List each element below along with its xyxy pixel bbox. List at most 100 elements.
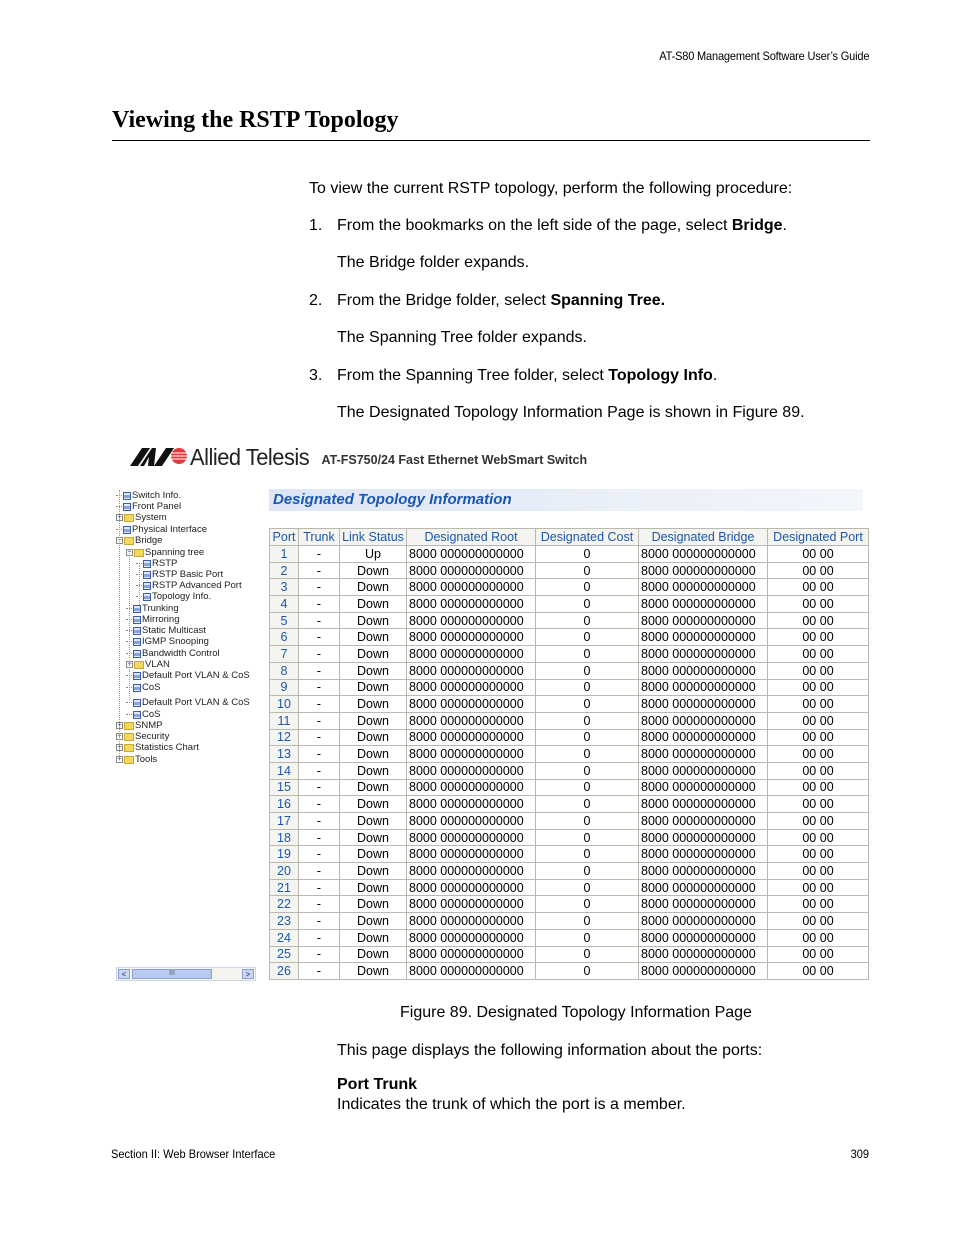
port-number-cell[interactable]: 6 [269,628,299,647]
designated-bridge-cell: 8000 000000000000 [638,695,768,713]
trunk-cell: - [298,645,340,663]
tree-item[interactable]: Bandwidth Control [126,648,220,659]
designated-port-cell: 00 00 [767,895,869,914]
tree-item[interactable]: Trunking [126,603,179,614]
tree-item[interactable]: IGMP Snooping [126,636,209,647]
tree-item[interactable]: − Spanning tree [126,547,204,558]
designated-port-cell: 00 00 [767,761,869,780]
tree-item[interactable]: Front Panel [116,501,181,512]
link-status-cell: Down [339,761,407,780]
tree-item[interactable]: CoS [126,682,160,693]
page-icon [143,570,151,579]
port-number-cell[interactable]: 11 [269,711,299,730]
designated-root-cell: 8000 000000000000 [406,695,536,713]
tree-item-label: VLAN [145,659,170,670]
after-intro: This page displays the following informa… [337,1042,763,1059]
tree-item[interactable]: RSTP Basic Port [136,569,223,580]
tree-item[interactable]: + System [116,512,167,523]
port-number-cell[interactable]: 7 [269,645,299,663]
scroll-right-button[interactable]: > [242,969,254,979]
designated-port-cell: 00 00 [767,745,869,763]
tree-item[interactable]: + Statistics Chart [116,742,199,753]
port-number-cell[interactable]: 21 [269,878,299,897]
page-title: Viewing the RSTP Topology [112,107,399,133]
scroll-left-button[interactable]: < [118,969,130,979]
tree-item-label: RSTP Basic Port [152,569,224,580]
port-number-cell[interactable]: 14 [269,761,299,780]
tree-item[interactable]: Topology Info. [136,591,211,602]
tree-horizontal-scrollbar[interactable]: < III > [116,967,256,981]
port-number-cell[interactable]: 12 [269,728,299,747]
table-row: 18- Down 8000 000000000000 0 8000 0000000000… [269,828,869,847]
tree-item[interactable]: + Tools [116,754,157,765]
tree-item-label: SNMP [135,720,163,731]
designated-root-cell: 8000 000000000000 [406,912,536,930]
tree-item-label: RSTP [152,558,178,569]
port-number-cell[interactable]: 4 [269,595,299,613]
footer-section: Section II: Web Browser Interface [111,1147,276,1161]
page-icon [133,671,141,680]
port-number-cell[interactable]: 20 [269,862,299,880]
tree-item[interactable]: Mirroring [126,614,179,625]
port-number-cell[interactable]: 16 [269,795,299,813]
designated-bridge-cell: 8000 000000000000 [638,962,768,980]
designated-cost-cell: 0 [535,561,639,580]
table-header-row: Port Trunk Link Status Designated Root Desig… [269,528,869,546]
port-number-cell[interactable]: 19 [269,845,299,864]
column-header: Trunk [298,528,340,546]
tree-item[interactable]: + VLAN [126,659,170,670]
tree-item[interactable]: Switch Info. [116,490,181,501]
tree-item[interactable]: Static Multicast [126,625,206,636]
table-row: 25- Down 8000 000000000000 0 8000 0000000000… [269,945,869,964]
tree-item[interactable]: + SNMP [116,720,162,731]
link-status-cell: Down [339,728,407,747]
scroll-thumb[interactable]: III [132,969,212,979]
port-number-cell[interactable]: 26 [269,962,299,980]
port-number-cell[interactable]: 10 [269,695,299,713]
port-number-cell[interactable]: 13 [269,745,299,763]
tree-item[interactable]: Default Port VLAN & CoS [126,697,250,708]
step-2: 2. From the Bridge folder, select Spannin… [309,292,665,310]
step-1-result: The Bridge folder expands. [337,254,530,271]
designated-cost-cell: 0 [535,828,639,847]
designated-cost-cell: 0 [535,728,639,747]
designated-port-cell: 00 00 [767,812,869,830]
port-number-cell[interactable]: 9 [269,678,299,697]
tree-item[interactable]: Physical Interface [116,524,207,535]
port-number-cell[interactable]: 8 [269,661,299,680]
designated-port-cell: 00 00 [767,561,869,580]
tree-item[interactable]: − Bridge [116,535,162,546]
panel-title: Designated Topology Information [269,489,863,511]
designated-port-cell: 00 00 [767,628,869,647]
tree-item[interactable]: RSTP [136,558,177,569]
port-number-cell[interactable]: 2 [269,561,299,580]
step-bold: Bridge [731,217,783,234]
trunk-cell: - [298,695,340,713]
trunk-cell: - [298,945,340,964]
port-number-cell[interactable]: 25 [269,945,299,964]
designated-cost-cell: 0 [535,945,639,964]
port-number-cell[interactable]: 1 [269,545,299,563]
tree-item[interactable]: CoS [126,709,160,720]
table-row: 6- Down 8000 000000000000 0 8000 00000000000… [269,628,869,647]
tree-item-label: Bridge [135,535,163,546]
tree-item-label: Front Panel [132,501,182,512]
tree-item[interactable]: RSTP Advanced Port [136,580,242,591]
tree-item[interactable]: Default Port VLAN & CoS [126,670,250,681]
port-number-cell[interactable]: 5 [269,611,299,630]
page-icon [143,559,151,568]
designated-bridge-cell: 8000 000000000000 [638,745,768,763]
trunk-cell: - [298,678,340,697]
port-number-cell[interactable]: 23 [269,912,299,930]
port-number-cell[interactable]: 15 [269,778,299,797]
port-number-cell[interactable]: 18 [269,828,299,847]
port-number-cell[interactable]: 24 [269,928,299,947]
port-number-cell[interactable]: 22 [269,895,299,914]
link-status-cell: Down [339,828,407,847]
navigation-tree: Switch Info. Front Panel + System Physical I… [116,490,256,970]
tree-item[interactable]: + Security [116,731,169,742]
designated-root-cell: 8000 000000000000 [406,962,536,980]
designated-port-cell: 00 00 [767,878,869,897]
port-number-cell[interactable]: 17 [269,812,299,830]
port-number-cell[interactable]: 3 [269,578,299,597]
